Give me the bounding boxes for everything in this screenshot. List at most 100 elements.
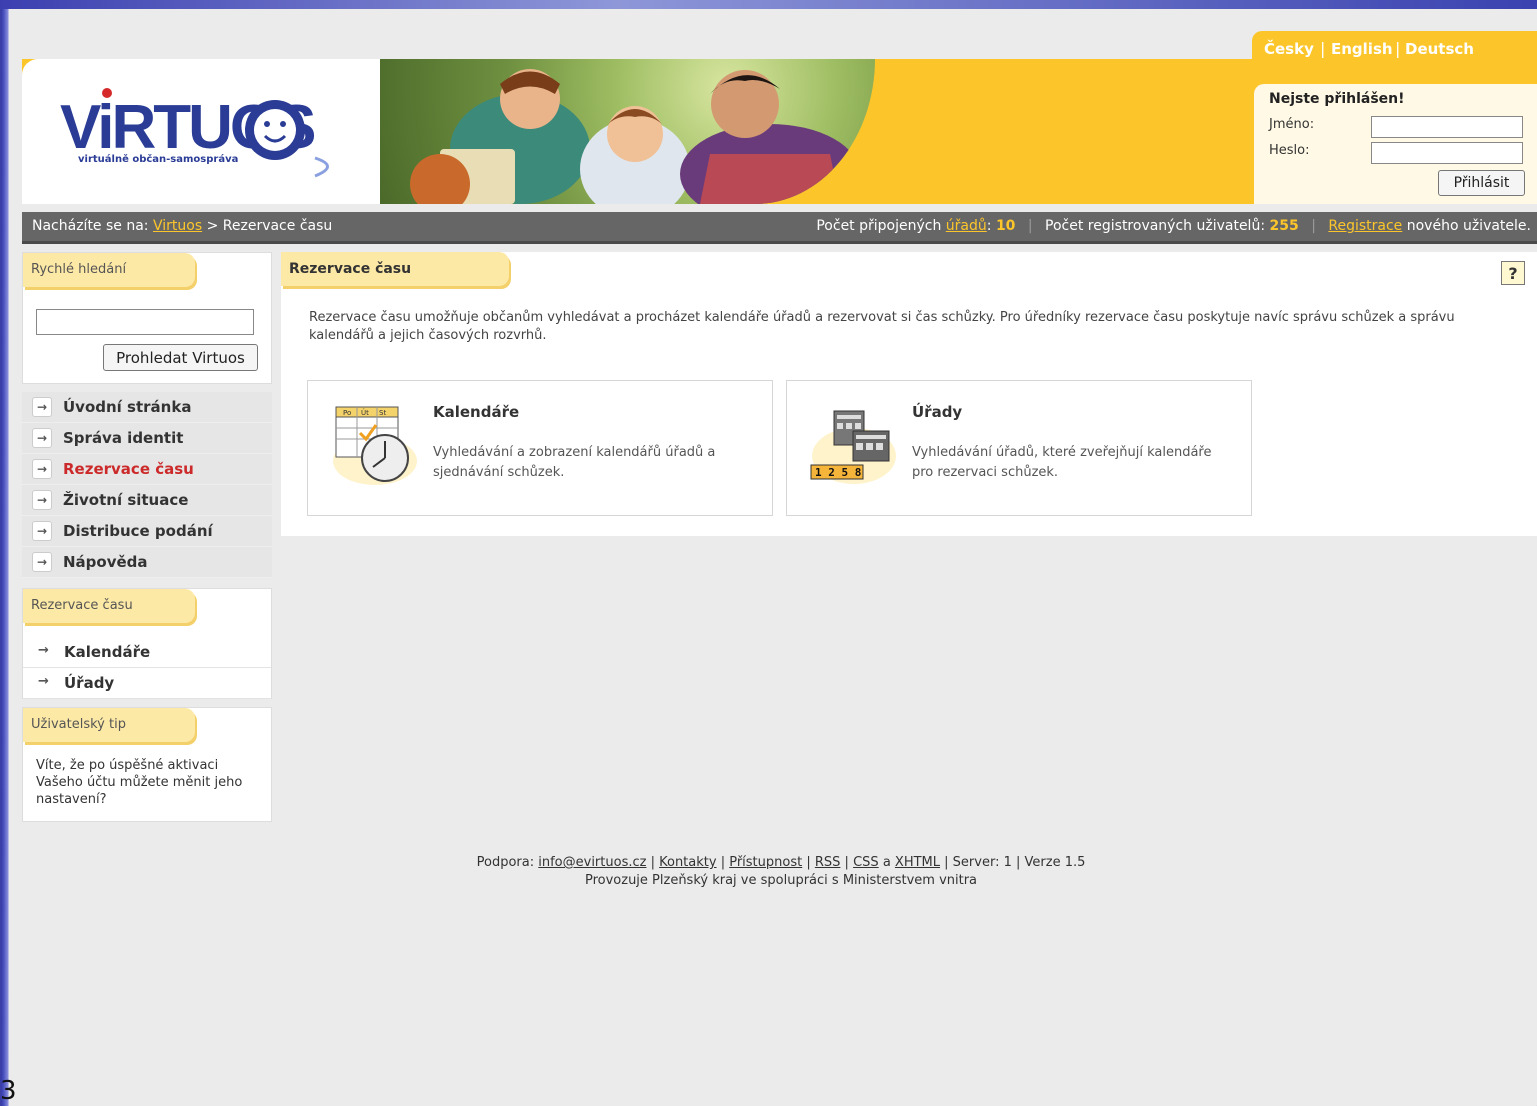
password-input[interactable] <box>1371 142 1523 164</box>
card-title: Kalendáře <box>433 403 520 421</box>
window-top-border <box>0 0 1537 9</box>
card-description: Vyhledávání úřadů, které zveřejňují kale… <box>912 445 1212 480</box>
user-tip-box: Uživatelský tip Víte, že po úspěšné akti… <box>22 707 272 822</box>
nav-item-label: Správa identit <box>63 429 184 447</box>
register-link[interactable]: Registrace <box>1328 218 1402 234</box>
calendar-day-label: Út <box>361 408 369 417</box>
breadcrumb: Nacházíte se na: Virtuos > Rezervace čas… <box>32 218 332 234</box>
password-label: Heslo: <box>1269 143 1310 158</box>
logo-tagline: virtuálně občan-samospráva <box>78 153 238 165</box>
section-item-offices[interactable]: → Úřady <box>23 668 271 699</box>
slide-number: 3 <box>0 1076 17 1106</box>
users-label: Počet registrovaných uživatelů: <box>1045 218 1266 234</box>
operator-text: Provozuje Plzeňský kraj ve spolupráci s … <box>584 873 978 888</box>
section-item-calendars[interactable]: → Kalendáře <box>23 637 271 668</box>
site-stats: Počet připojených úřadů: 10 | Počet regi… <box>816 218 1531 234</box>
main-header: Rezervace času <box>281 252 509 286</box>
main-nav: → Úvodní stránka → Správa identit → Reze… <box>22 392 272 578</box>
breadcrumb-separator: > <box>206 218 219 234</box>
card-calendars[interactable]: Po Út St Kalendáře Vyhledávání a zobraze… <box>307 380 773 516</box>
username-input[interactable] <box>1371 116 1523 138</box>
section-item-label: Kalendáře <box>64 643 151 661</box>
accessibility-link[interactable]: Přístupnost <box>729 855 802 870</box>
footer: Podpora: info@evirtuos.cz | Kontakty | P… <box>0 854 1537 890</box>
quick-search-title: Rychlé hledání <box>31 262 127 277</box>
card-title: Úřady <box>912 403 963 421</box>
breadcrumb-prefix: Nacházíte se na: <box>32 218 149 234</box>
lang-cesky-link[interactable]: Česky <box>1264 40 1314 58</box>
main-content: Rezervace času ? Rezervace času umožňuje… <box>281 252 1537 536</box>
nav-item-label: Distribuce podání <box>63 522 213 540</box>
css-link[interactable]: CSS <box>853 855 879 870</box>
search-input[interactable] <box>36 309 254 335</box>
nav-item-reservation[interactable]: → Rezervace času <box>22 454 272 485</box>
section-box-title: Rezervace času <box>31 598 133 613</box>
register-suffix: nového uživatele. <box>1406 218 1531 234</box>
offices-prefix: Počet připojených <box>816 218 942 234</box>
nav-item-home[interactable]: → Úvodní stránka <box>22 392 272 423</box>
nav-item-label: Nápověda <box>63 553 148 571</box>
section-item-label: Úřady <box>64 674 115 692</box>
nav-item-label: Životní situace <box>63 491 189 509</box>
calendar-clock-icon: Po Út St <box>330 401 420 491</box>
language-switcher: Česky | English | Deutsch <box>1252 31 1537 68</box>
arrow-right-icon: → <box>32 521 52 541</box>
and-text: a <box>882 855 891 870</box>
card-offices[interactable]: 1 2 5 8 Úřady Vyhledávání úřadů, které z… <box>786 380 1252 516</box>
help-icon[interactable]: ? <box>1501 261 1525 285</box>
nav-item-distribution[interactable]: → Distribuce podání <box>22 516 272 547</box>
xhtml-link[interactable]: XHTML <box>895 855 940 870</box>
calendar-day-label: St <box>379 409 386 417</box>
lang-separator: | <box>1320 39 1326 58</box>
buildings-icon: 1 2 5 8 <box>809 401 899 491</box>
arrow-right-icon: → <box>32 490 52 510</box>
support-label: Podpora: <box>476 855 535 870</box>
arrow-right-icon: → <box>32 459 52 479</box>
header-photo <box>380 59 875 204</box>
nav-item-help[interactable]: → Nápověda <box>22 547 272 578</box>
version-info: Verze 1.5 <box>1024 855 1086 870</box>
breadcrumb-current: Rezervace času <box>222 218 333 234</box>
offices-link[interactable]: úřadů <box>946 218 987 234</box>
info-bar: Nacházíte se na: Virtuos > Rezervace čas… <box>22 212 1537 244</box>
nav-item-life-situations[interactable]: → Životní situace <box>22 485 272 516</box>
quick-search-header: Rychlé hledání <box>23 253 195 287</box>
login-button[interactable]: Přihlásit <box>1438 170 1525 196</box>
server-info: Server: 1 <box>952 855 1012 870</box>
breadcrumb-home-link[interactable]: Virtuos <box>153 218 202 234</box>
offices-icon-digits: 1 2 5 8 <box>815 466 861 479</box>
support-email-link[interactable]: info@evirtuos.cz <box>538 855 646 870</box>
search-button[interactable]: Prohledat Virtuos <box>103 344 258 371</box>
arrow-right-icon: → <box>38 643 49 658</box>
rss-link[interactable]: RSS <box>815 855 841 870</box>
virtuos-logo[interactable]: ViRTUOS virtuálně občan-samospráva <box>60 88 350 178</box>
calendar-day-label: Po <box>343 409 351 417</box>
nav-item-label: Rezervace času <box>63 460 194 478</box>
login-status: Nejste přihlášen! <box>1269 91 1405 107</box>
lang-english-link[interactable]: English <box>1331 40 1393 58</box>
user-tip-header: Uživatelský tip <box>23 708 195 742</box>
intro-text: Rezervace času umožňuje občanům vyhledáv… <box>309 310 1455 343</box>
card-description: Vyhledávání a zobrazení kalendářů úřadů … <box>433 445 716 480</box>
arrow-right-icon: → <box>32 428 52 448</box>
users-count: 255 <box>1269 218 1299 234</box>
quick-search-box: Rychlé hledání Prohledat Virtuos <box>22 252 272 384</box>
page-title: Rezervace času <box>289 261 412 277</box>
lang-deutsch-link[interactable]: Deutsch <box>1405 40 1474 58</box>
nav-item-label: Úvodní stránka <box>63 398 192 416</box>
nav-item-identity[interactable]: → Správa identit <box>22 423 272 454</box>
arrow-right-icon: → <box>38 674 49 689</box>
stats-separator: | <box>1311 218 1316 234</box>
arrow-right-icon: → <box>32 552 52 572</box>
user-tip-text: Víte, že po úspěšné aktivaci Vašeho účtu… <box>36 758 243 807</box>
user-tip-title: Uživatelský tip <box>31 717 126 732</box>
section-list: → Kalendáře → Úřady <box>23 637 271 699</box>
login-panel: Nejste přihlášen! Jméno: Heslo: Přihlási… <box>1254 84 1537 204</box>
contacts-link[interactable]: Kontakty <box>659 855 716 870</box>
stats-separator: | <box>1027 218 1033 234</box>
offices-count: 10 <box>995 218 1016 234</box>
lang-separator: | <box>1395 39 1401 58</box>
footer-links: Podpora: info@evirtuos.cz | Kontakty | P… <box>476 855 1086 870</box>
section-box-header: Rezervace času <box>23 589 195 623</box>
arrow-right-icon: → <box>32 397 52 417</box>
